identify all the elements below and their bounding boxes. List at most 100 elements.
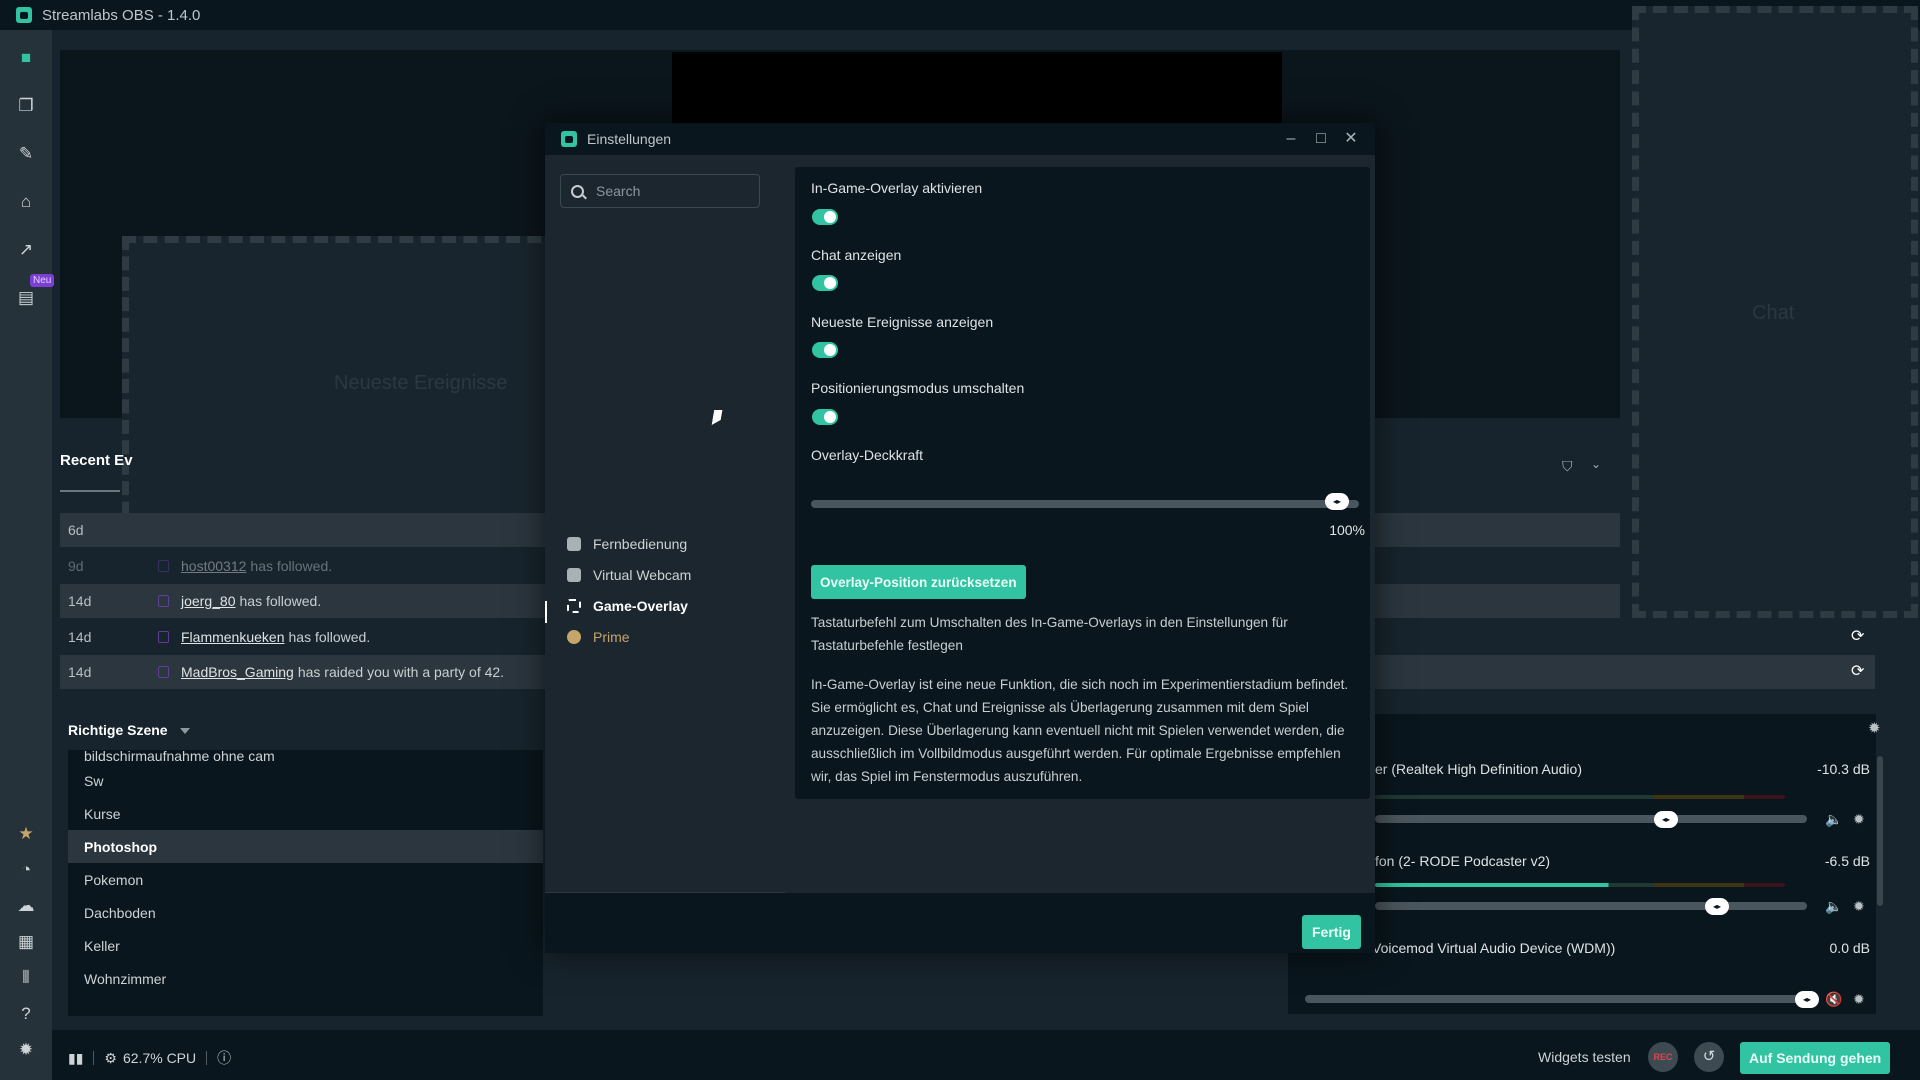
store-icon[interactable]: ⌂ <box>14 190 38 214</box>
info-icon[interactable]: ⓘ <box>217 1048 231 1068</box>
mixer-source-name: er (Realtek High Definition Audio) <box>1375 761 1582 777</box>
themes-icon[interactable]: ❐ <box>14 94 38 118</box>
scene-item[interactable]: Kurse <box>68 797 543 830</box>
overlay-description: In-Game-Overlay ist eine neue Funktion, … <box>811 677 1349 784</box>
speaker-icon[interactable]: 🔈 <box>1825 811 1842 828</box>
source-settings-icon[interactable]: ✹ <box>1853 991 1865 1008</box>
replay-buffer-icon[interactable]: ↺ <box>1694 1042 1724 1072</box>
settings-icon[interactable]: ✹ <box>14 1038 38 1062</box>
help-icon[interactable]: ? <box>14 1002 38 1026</box>
studio-icon[interactable]: ▤ <box>14 286 38 310</box>
refresh-icon[interactable]: ⟳ <box>1851 626 1864 646</box>
settings-sidebar: Search Fernbedienung Virtual Webcam Game… <box>545 155 785 927</box>
dialog-footer <box>545 893 1375 953</box>
game-overlay-panel: In-Game-Overlay aktivieren Chat anzeigen… <box>795 167 1370 799</box>
cloudbot-icon[interactable]: ☁ <box>14 894 38 918</box>
dialog-title: Einstellungen <box>587 131 672 147</box>
mixer-source-name: Voicemod Virtual Audio Device (WDM)) <box>1372 940 1616 956</box>
events-placeholder: Neueste Ereignisse <box>334 372 508 394</box>
studio-mode-icon[interactable]: ⫴ <box>14 966 38 990</box>
volume-thumb[interactable]: ◂▸ <box>1795 991 1819 1008</box>
opacity-slider[interactable] <box>811 500 1359 508</box>
sidebar-item-prime[interactable]: Prime <box>567 629 630 645</box>
opacity-label: Overlay-Deckkraft <box>811 447 924 463</box>
audio-meter <box>1375 795 1785 799</box>
toggle-show-events[interactable] <box>812 342 838 358</box>
option-label: Chat anzeigen <box>811 247 902 263</box>
mixer-settings-icon[interactable]: ✹ <box>1868 719 1881 737</box>
speaker-muted-icon[interactable]: 🔇 <box>1825 991 1842 1008</box>
reset-position-button[interactable]: Overlay-Position zurücksetzen <box>811 565 1026 599</box>
volume-slider[interactable] <box>1375 815 1807 823</box>
test-widgets-button[interactable]: Widgets testen <box>1538 1049 1631 1065</box>
toggle-enable-overlay[interactable] <box>812 209 838 225</box>
minimize-icon[interactable]: – <box>1281 129 1301 149</box>
mixer-db: 0.0 dB <box>1829 940 1870 956</box>
event-user-link[interactable]: Flammenkueken <box>181 629 285 645</box>
streamlabs-logo-icon <box>16 7 32 23</box>
dialog-titlebar: Einstellungen – □ ✕ <box>545 123 1375 155</box>
preview-canvas <box>672 52 1282 124</box>
chevron-down-icon[interactable]: ⌄ <box>1591 457 1601 471</box>
source-row[interactable] <box>1375 655 1875 689</box>
overlay-icon <box>567 599 581 613</box>
volume-thumb[interactable]: ◂▸ <box>1705 898 1729 915</box>
mixer-db: -6.5 dB <box>1824 853 1870 869</box>
opacity-slider-thumb[interactable]: ◂▸ <box>1325 493 1349 510</box>
option-label: Positionierungsmodus umschalten <box>811 380 1025 396</box>
maximize-icon[interactable]: □ <box>1311 129 1331 149</box>
go-live-button[interactable]: Auf Sendung gehen <box>1740 1042 1891 1074</box>
scene-item[interactable]: bildschirmaufnahme ohne cam <box>68 750 543 764</box>
scene-collection-selector[interactable]: Richtige Szene <box>68 722 190 739</box>
volume-slider[interactable] <box>1375 902 1807 910</box>
recent-events-tab[interactable]: Recent Ev <box>60 452 133 469</box>
prime-icon[interactable]: ★ <box>14 822 38 846</box>
volume-slider[interactable] <box>1305 995 1807 1003</box>
shield-icon[interactable]: ⛉ <box>1562 458 1573 475</box>
new-badge: Neu <box>30 274 55 287</box>
layout-icon[interactable]: ▦ <box>14 930 38 954</box>
event-user-link[interactable]: joerg_80 <box>181 593 236 609</box>
sidebar-item-virtual-webcam[interactable]: Virtual Webcam <box>567 567 691 583</box>
scene-item[interactable]: Dachboden <box>68 896 543 929</box>
caret-down-icon <box>179 728 190 739</box>
twitch-icon <box>158 666 169 678</box>
tab-underline <box>60 490 120 492</box>
remote-icon <box>567 537 581 551</box>
toggle-show-chat[interactable] <box>812 275 838 291</box>
source-settings-icon[interactable]: ✹ <box>1853 898 1865 915</box>
status-bar <box>52 1030 1920 1080</box>
volume-thumb[interactable]: ◂▸ <box>1654 811 1678 828</box>
event-user-link[interactable]: host00312 <box>181 558 246 574</box>
mixer-db: -10.3 dB <box>1817 761 1870 777</box>
widgets-icon[interactable]: ✎ <box>14 142 38 166</box>
scene-item[interactable]: Wohnzimmer <box>68 962 543 995</box>
refresh-icon[interactable]: ⟳ <box>1851 661 1864 681</box>
editor-icon[interactable]: ■ <box>14 46 38 70</box>
scene-item-selected[interactable]: Photoshop <box>68 830 543 863</box>
chat-placeholder: Chat <box>1752 302 1795 324</box>
settings-content: In-Game-Overlay aktivieren Chat anzeigen… <box>785 155 1375 893</box>
settings-search[interactable]: Search <box>560 174 760 208</box>
performance-icon[interactable]: ▮▮ <box>68 1050 83 1067</box>
scene-item[interactable]: Keller <box>68 929 543 962</box>
record-button[interactable]: REC <box>1648 1042 1678 1072</box>
audio-meter <box>1375 883 1785 887</box>
active-indicator <box>545 601 547 623</box>
dashboard-timer-icon[interactable]: ◔ <box>14 858 38 882</box>
scene-list: bildschirmaufnahme ohne cam Sw Kurse Pho… <box>68 750 543 1016</box>
mixer-scrollbar[interactable] <box>1877 756 1883 906</box>
twitch-icon <box>158 631 169 643</box>
twitch-icon <box>158 595 169 607</box>
close-icon[interactable]: ✕ <box>1341 129 1361 149</box>
sidebar-item-remote[interactable]: Fernbedienung <box>567 536 687 552</box>
dashboard-icon[interactable]: ↗ <box>14 238 38 262</box>
event-user-link[interactable]: MadBros_Gaming <box>181 664 294 680</box>
scene-item[interactable]: Sw <box>68 764 543 797</box>
sidebar-item-game-overlay[interactable]: Game-Overlay <box>567 598 688 614</box>
speaker-icon[interactable]: 🔈 <box>1825 898 1842 915</box>
done-button[interactable]: Fertig <box>1302 915 1361 949</box>
toggle-positioning-mode[interactable] <box>812 409 838 425</box>
source-settings-icon[interactable]: ✹ <box>1853 811 1865 828</box>
scene-item[interactable]: Pokemon <box>68 863 543 896</box>
